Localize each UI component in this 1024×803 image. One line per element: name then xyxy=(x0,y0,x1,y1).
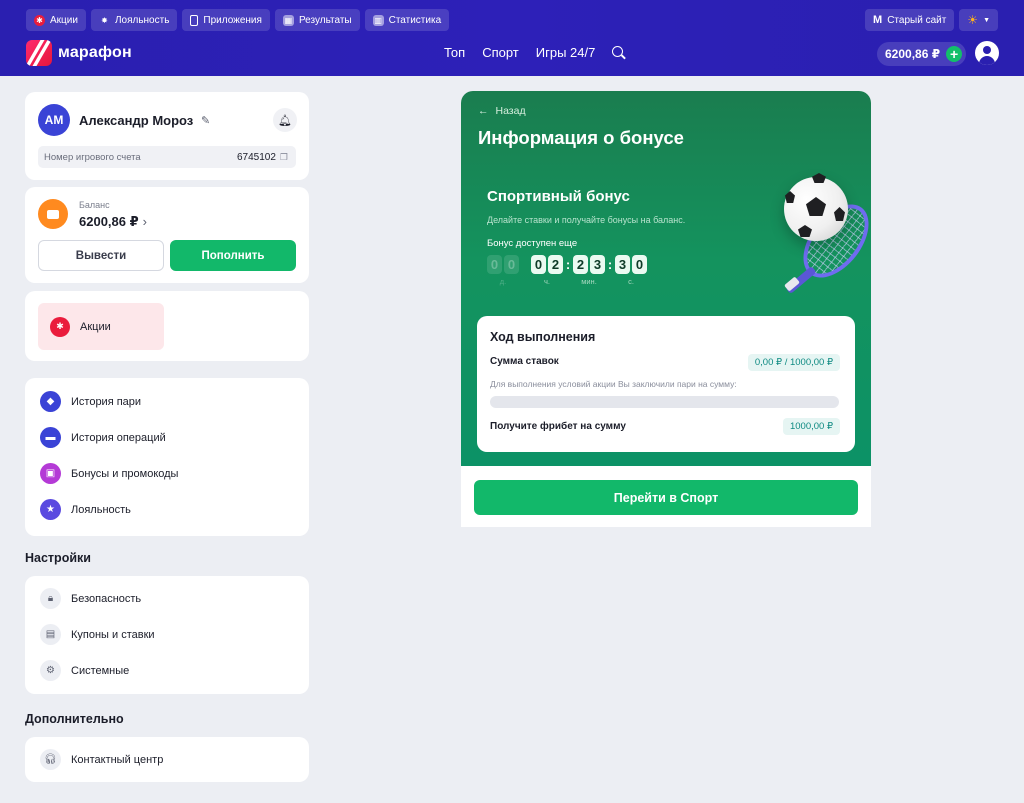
menu-loyalty[interactable]: ★ Лояльность xyxy=(40,499,131,520)
copy-icon[interactable]: ❐ xyxy=(280,152,288,163)
old-site-button[interactable]: M Старый сайт xyxy=(865,9,955,31)
withdraw-button[interactable]: Вывести xyxy=(38,240,164,271)
star-icon: ★ xyxy=(40,499,61,520)
account-menu: ◆ История пари ▬ История операций ▣ Бонусы … xyxy=(25,378,309,536)
balance-label: Баланс xyxy=(79,200,110,210)
chevron-right-icon: › xyxy=(142,214,147,229)
header-balance[interactable]: 6200,86 ₽ + xyxy=(877,42,967,66)
logo-text: марафон xyxy=(58,44,132,61)
logo-mark-icon xyxy=(26,40,52,66)
bonus-subtitle: Делайте ставки и получайте бонусы на бал… xyxy=(487,215,686,225)
menu-operations-history[interactable]: ▬ История операций xyxy=(40,427,166,448)
bonus-info-panel: ← Назад Информация о бонусе Спортивный бо… xyxy=(461,91,871,527)
balance-card: Баланс 6200,86 ₽ › Вывести Пополнить xyxy=(25,187,309,283)
user-name: Александр Мороз xyxy=(79,113,194,128)
top-chips: ✱ Акции ✸ Лояльность Приложения ▦ Результат… xyxy=(26,9,450,31)
stats-icon: ▥ xyxy=(372,14,384,26)
available-label: Бонус доступен еще xyxy=(487,238,578,249)
progress-card: Ход выполнения Сумма ставок 0,00 ₽ / 100… xyxy=(477,316,855,452)
soccer-ball-icon xyxy=(784,173,848,241)
star-icon: ✸ xyxy=(101,15,108,25)
menu-coupons[interactable]: ▤ Купоны и ставки xyxy=(40,624,155,645)
progress-bar xyxy=(490,396,839,408)
top-right-chips: M Старый сайт ☀ ▼ xyxy=(865,9,998,31)
chip-stats[interactable]: ▥ Статистика xyxy=(364,9,450,31)
menu-contact-center[interactable]: 🎧︎ Контактный центр xyxy=(40,749,163,770)
chevron-down-icon: ▼ xyxy=(983,16,990,24)
chip-results[interactable]: ▦ Результаты xyxy=(274,9,360,31)
nav-sport[interactable]: Спорт xyxy=(482,45,519,60)
arrow-left-icon: ← xyxy=(478,105,489,117)
countdown-timer: 00 д. 02 ч. : 23 мин. : 30 с. xyxy=(487,255,647,286)
page-title: Информация о бонусе xyxy=(478,127,684,148)
search-icon[interactable] xyxy=(612,45,626,60)
account-label: Номер игрового счета xyxy=(44,151,141,163)
account-number-row: Номер игрового счета 6745102 ❐ xyxy=(38,146,296,168)
top-header: ✱ Акции ✸ Лояльность Приложения ▦ Результат… xyxy=(0,0,1024,76)
menu-system[interactable]: ⚙ Системные xyxy=(40,660,129,681)
profile-card: АМ Александр Мороз ✎ 🔔︎ Номер игрового с… xyxy=(25,92,309,180)
bonus-hero: ← Назад Информация о бонусе Спортивный бо… xyxy=(461,91,871,466)
account-number: 6745102 xyxy=(236,151,276,163)
promo-label: Акции xyxy=(80,320,111,333)
gift-icon: ▣ xyxy=(40,463,61,484)
progress-title: Ход выполнения xyxy=(490,330,596,344)
balance-value-row[interactable]: 6200,86 ₽ › xyxy=(79,214,147,230)
menu-bonuses[interactable]: ▣ Бонусы и промокоды xyxy=(40,463,178,484)
bets-sum-label: Сумма ставок xyxy=(490,356,559,367)
ticket-icon: ◆ xyxy=(40,391,61,412)
theme-toggle[interactable]: ☀ ▼ xyxy=(959,9,998,31)
avatar: АМ xyxy=(38,104,70,136)
chip-apps[interactable]: Приложения xyxy=(182,9,270,31)
bell-icon[interactable]: 🔔︎ xyxy=(273,108,297,132)
bets-sum-badge: 0,00 ₽ / 1000,00 ₽ xyxy=(747,354,840,371)
chip-promo[interactable]: ✱ Акции xyxy=(26,9,86,31)
settings-menu: 🔒︎ Безопасность ▤ Купоны и ставки ⚙ Системн… xyxy=(25,576,309,694)
headset-icon: 🎧︎ xyxy=(40,749,61,770)
gear-icon: ⚙ xyxy=(40,660,61,681)
extra-title: Дополнительно xyxy=(25,712,124,726)
promo-icon: ✱ xyxy=(50,316,70,337)
phone-icon xyxy=(190,14,199,26)
freebet-badge: 1000,00 ₽ xyxy=(782,418,840,435)
m-logo-icon: M xyxy=(873,14,883,26)
promo-icon: ✱ xyxy=(34,14,45,26)
lock-icon: 🔒︎ xyxy=(40,588,61,609)
deposit-plus-icon[interactable]: + xyxy=(946,46,963,62)
edit-icon[interactable]: ✎ xyxy=(201,114,210,127)
menu-bet-history[interactable]: ◆ История пари xyxy=(40,391,141,412)
extra-menu: 🎧︎ Контактный центр xyxy=(25,737,309,782)
timer-seconds: 30 с. xyxy=(615,255,647,286)
bonus-name: Спортивный бонус xyxy=(487,188,630,205)
wallet-icon: ▬ xyxy=(40,427,61,448)
settings-title: Настройки xyxy=(25,551,91,565)
go-to-sport-button[interactable]: Перейти в Спорт xyxy=(474,480,858,515)
sun-icon: ☀ xyxy=(967,13,979,27)
timer-minutes: 23 мин. xyxy=(573,255,605,286)
promo-tile[interactable]: ✱ Акции xyxy=(38,303,164,350)
deposit-button[interactable]: Пополнить xyxy=(170,240,296,271)
timer-days: 00 д. xyxy=(487,255,519,286)
balance-value: 6200,86 ₽ xyxy=(79,214,139,229)
progress-note: Для выполнения условий акции Вы заключил… xyxy=(490,379,737,389)
user-avatar-icon[interactable] xyxy=(975,41,999,65)
results-icon: ▦ xyxy=(282,14,294,26)
nav-top[interactable]: Топ xyxy=(444,45,465,60)
promo-card: ✱ Акции xyxy=(25,291,309,361)
coupon-icon: ▤ xyxy=(40,624,61,645)
timer-hours: 02 ч. xyxy=(531,255,563,286)
header-balance-value: 6200,86 ₽ xyxy=(885,47,941,61)
back-link[interactable]: ← Назад xyxy=(478,105,526,117)
menu-security[interactable]: 🔒︎ Безопасность xyxy=(40,588,141,609)
wallet-icon xyxy=(38,199,68,229)
main-nav: Топ Спорт Игры 24/7 xyxy=(444,45,626,60)
nav-games[interactable]: Игры 24/7 xyxy=(536,45,596,60)
freebet-label: Получите фрибет на сумму xyxy=(490,421,626,432)
marathon-logo[interactable]: марафон xyxy=(26,40,132,66)
chip-loyalty[interactable]: ✸ Лояльность xyxy=(90,9,178,31)
